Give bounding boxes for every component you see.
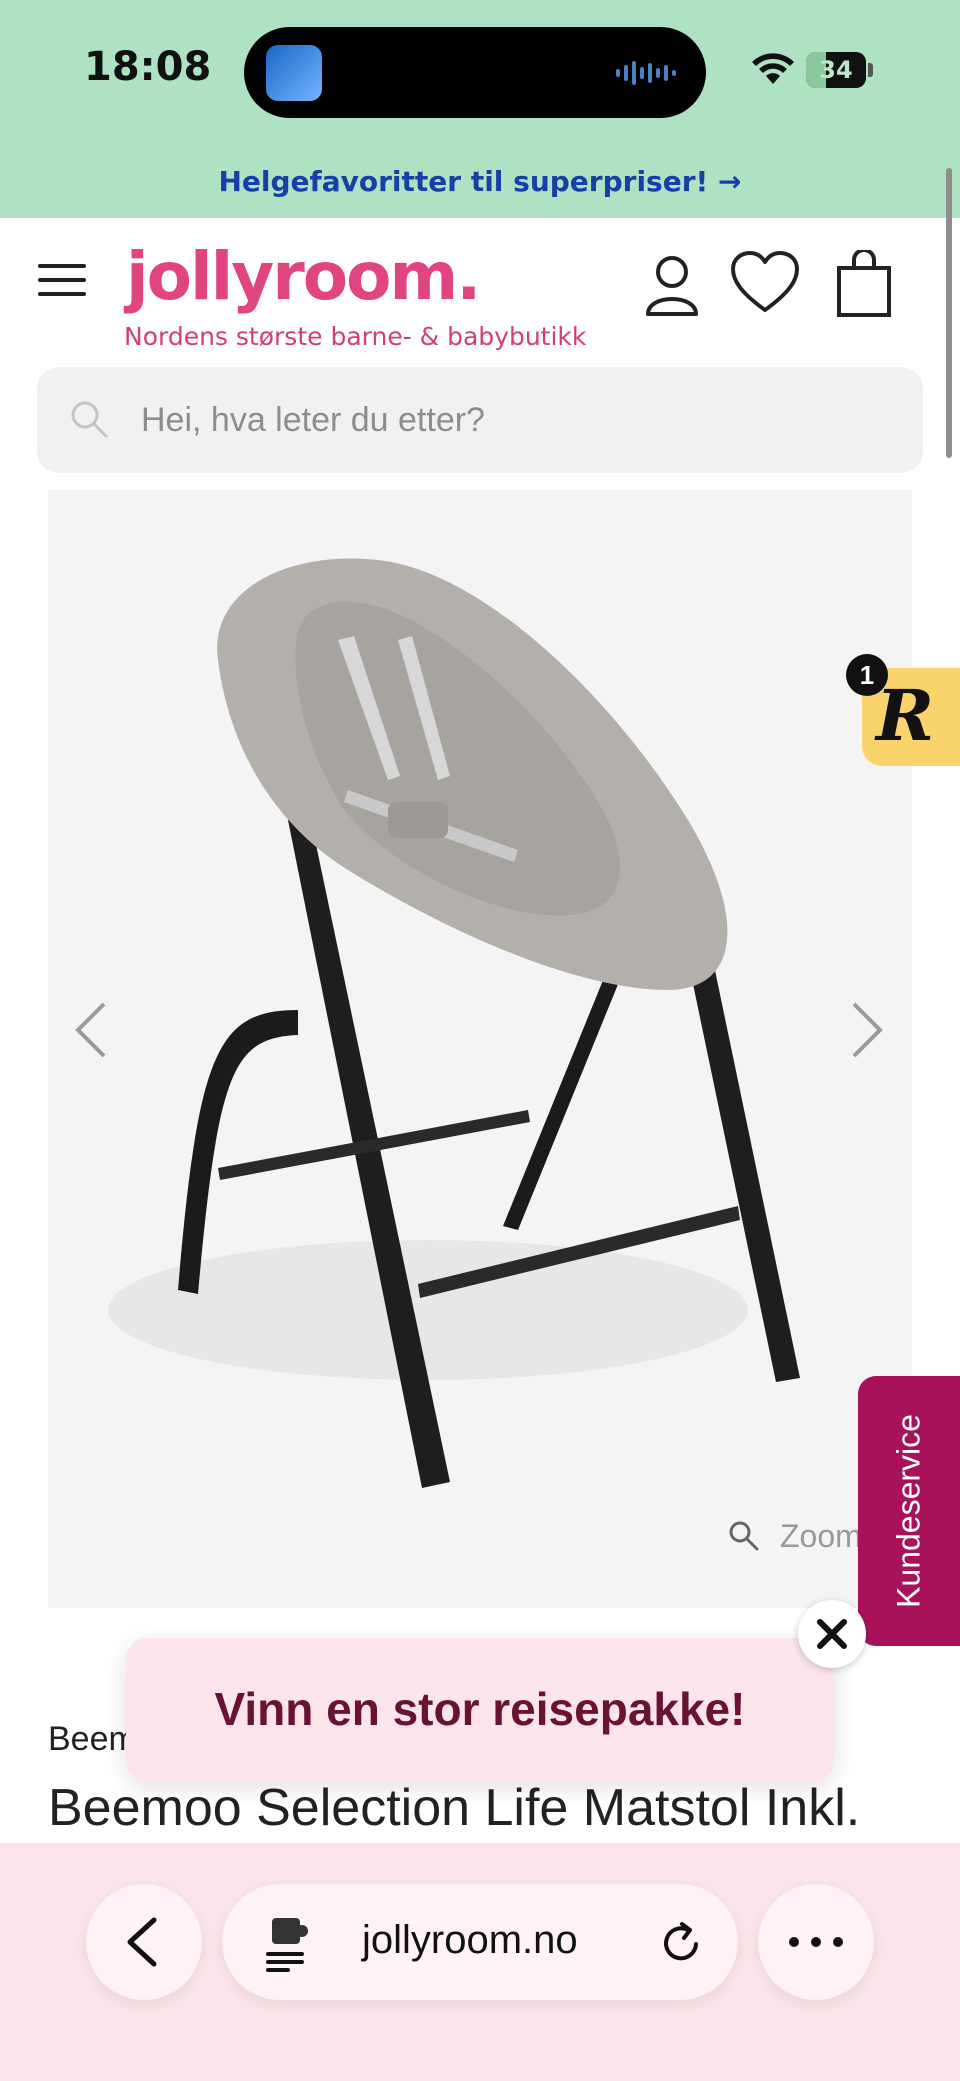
reload-icon[interactable] bbox=[658, 1920, 704, 1966]
back-chevron-icon bbox=[127, 1917, 157, 1967]
chevron-right-icon[interactable] bbox=[848, 1000, 888, 1060]
site-settings-icon bbox=[266, 1918, 308, 1972]
site-tagline: Nordens største barne- & babybutikk bbox=[124, 322, 587, 351]
promo-banner-link[interactable]: Helgefavoritter til superpriser! → bbox=[0, 160, 960, 218]
status-time: 18:08 bbox=[84, 44, 212, 90]
customer-service-label: Kundeservice bbox=[890, 1414, 927, 1608]
promo-popup[interactable]: Vinn en stor reisepakke! bbox=[126, 1638, 834, 1782]
more-options-button[interactable] bbox=[758, 1884, 874, 2000]
product-image[interactable] bbox=[48, 490, 912, 1608]
battery-icon: 34 bbox=[806, 52, 866, 88]
address-bar[interactable]: jollyroom.no bbox=[222, 1884, 738, 2000]
battery-tip bbox=[868, 63, 873, 77]
search-icon bbox=[71, 401, 108, 438]
page-scrollbar[interactable] bbox=[946, 168, 952, 458]
url-text: jollyroom.no bbox=[362, 1918, 578, 1962]
wifi-icon bbox=[752, 53, 794, 84]
menu-icon[interactable] bbox=[38, 264, 86, 296]
close-icon bbox=[817, 1619, 847, 1649]
promo-popup-text: Vinn en stor reisepakke! bbox=[214, 1683, 746, 1735]
wishlist-heart-icon[interactable] bbox=[730, 250, 800, 314]
search-bar[interactable] bbox=[37, 367, 923, 473]
browser-back-button[interactable] bbox=[86, 1884, 202, 2000]
rewards-logo-letter: R bbox=[876, 674, 935, 757]
cart-bag-icon[interactable] bbox=[836, 250, 892, 318]
zoom-magnifier-icon bbox=[729, 1521, 759, 1551]
high-chair-illustration bbox=[108, 558, 800, 1488]
account-icon[interactable] bbox=[644, 254, 700, 316]
customer-service-tab[interactable]: Kundeservice bbox=[858, 1376, 960, 1646]
more-dots-icon bbox=[789, 1937, 843, 1947]
now-playing-avatar bbox=[266, 45, 322, 101]
product-title: Beemoo Selection Life Matstol Inkl. bbox=[48, 1779, 861, 1837]
chevron-left-icon[interactable] bbox=[70, 1000, 110, 1060]
popup-close-button[interactable] bbox=[798, 1600, 866, 1668]
battery-percentage: 34 bbox=[819, 56, 853, 84]
zoom-label: Zoom bbox=[780, 1518, 862, 1554]
site-logo[interactable]: jollyroom. bbox=[126, 238, 481, 315]
audio-wave-icon bbox=[616, 61, 676, 85]
dynamic-island bbox=[244, 27, 706, 118]
search-input[interactable] bbox=[141, 387, 901, 453]
rewards-count-badge: 1 bbox=[846, 654, 888, 696]
